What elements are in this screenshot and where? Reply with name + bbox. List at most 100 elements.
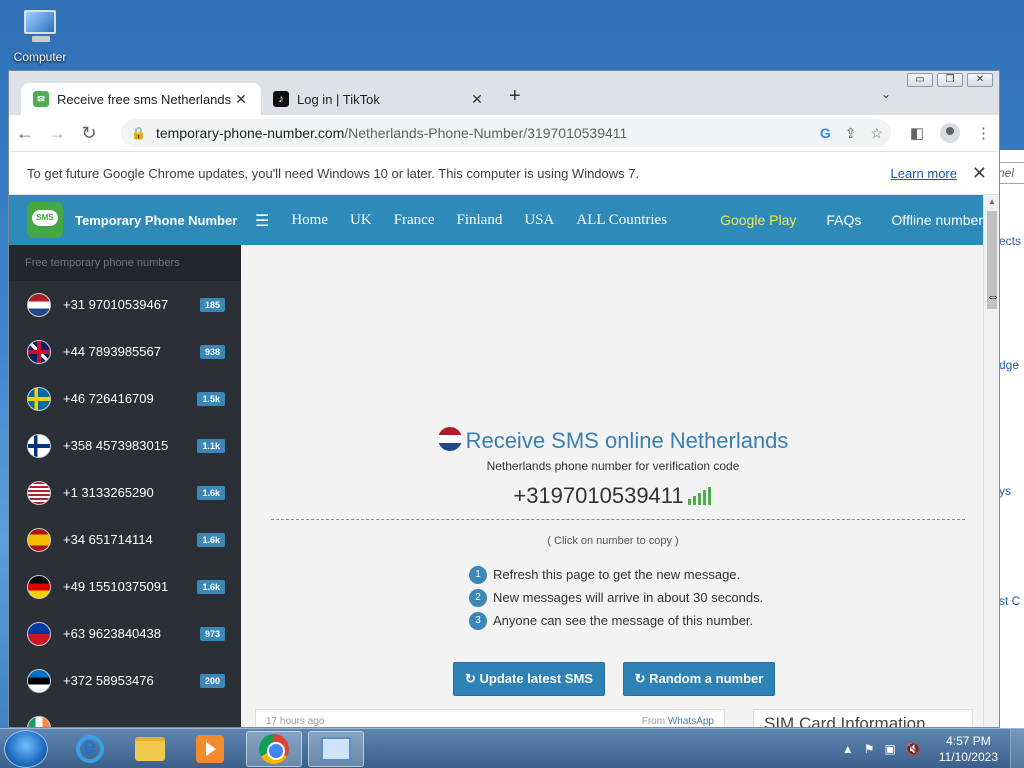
action-center-flag-icon[interactable]: ⚑ xyxy=(864,742,875,756)
page-subtitle: Netherlands phone number for verificatio… xyxy=(486,459,740,473)
nav-faqs[interactable]: FAQs xyxy=(826,212,861,228)
clock[interactable]: 4:57 PM 11/10/2023 xyxy=(939,733,998,765)
taskbar: ▲ ⚑ ▣ 🔇 4:57 PM 11/10/2023 xyxy=(0,728,1024,768)
tab-receive-sms[interactable]: ✉ Receive free sms Netherlands mobile nu… xyxy=(21,83,261,115)
message-count-badge: 1.6k xyxy=(197,485,225,500)
side-panel-icon[interactable]: ◧ xyxy=(910,124,924,142)
phone-number: +372 58953476 xyxy=(63,673,154,688)
hamburger-menu-icon[interactable]: ☰ xyxy=(255,211,269,230)
close-tab-icon[interactable]: ✕ xyxy=(233,91,249,108)
sidebar-number-item[interactable]: +44 7893985567 938 xyxy=(9,328,241,375)
germany-flag-icon xyxy=(27,574,51,599)
nav-usa[interactable]: USA xyxy=(524,212,554,229)
start-button[interactable] xyxy=(4,730,48,768)
reload-icon[interactable]: ↻ xyxy=(73,123,105,144)
scroll-up-icon[interactable]: ▲ xyxy=(988,197,996,206)
nav-all-countries[interactable]: ALL Countries xyxy=(576,212,667,229)
background-text-fragment: st C xyxy=(999,594,1021,608)
taskbar-media-player[interactable] xyxy=(182,731,238,767)
random-number-button[interactable]: ↻ Random a number xyxy=(623,662,775,696)
remote-desktop-icon xyxy=(321,737,351,761)
nav-google-play[interactable]: Google Play xyxy=(720,212,796,228)
tab-title: Log in | TikTok xyxy=(297,91,380,107)
sidebar-number-item[interactable]: +34 651714114 1.6k xyxy=(9,516,241,563)
background-text-fragment: dge xyxy=(999,358,1020,372)
share-icon[interactable]: ⇪ xyxy=(845,125,857,142)
back-icon[interactable]: ← xyxy=(9,123,41,144)
show-hidden-icons-icon[interactable]: ▲ xyxy=(842,742,854,756)
close-window-button[interactable]: ✕ xyxy=(967,73,993,87)
address-bar[interactable]: 🔒 temporary-phone-number.com/Netherlands… xyxy=(121,119,891,147)
sms-favicon-icon: ✉ xyxy=(33,91,49,107)
maximize-button[interactable]: ❐ xyxy=(937,73,963,87)
copy-hint: ( Click on number to copy ) xyxy=(547,535,679,547)
computer-desktop-icon[interactable]: Computer xyxy=(10,6,70,64)
bookmark-star-icon[interactable]: ☆ xyxy=(870,125,883,142)
forward-icon[interactable]: → xyxy=(41,123,73,144)
sidebar-number-item[interactable]: +1 3133265290 1.6k xyxy=(9,469,241,516)
close-tab-icon[interactable]: ✕ xyxy=(469,91,485,108)
sidebar-number-item[interactable]: +358 4573983015 1.1k xyxy=(9,422,241,469)
network-icon[interactable]: ▣ xyxy=(885,742,896,756)
nav-uk[interactable]: UK xyxy=(350,212,372,229)
learn-more-link[interactable]: Learn more xyxy=(891,166,957,181)
clock-time: 4:57 PM xyxy=(946,734,991,748)
sidebar-number-item[interactable]: +31 97010539467 185 xyxy=(9,281,241,328)
system-tray: ▲ ⚑ ▣ 🔇 4:57 PM 11/10/2023 xyxy=(842,729,1024,768)
menu-kebab-icon[interactable]: ⋮ xyxy=(976,124,991,142)
tiktok-favicon-icon: ♪ xyxy=(273,91,289,107)
site-brand[interactable]: SMS Temporary Phone Number xyxy=(9,195,241,245)
nav-home[interactable]: Home xyxy=(291,212,328,229)
phone-number: +31 97010539467 xyxy=(63,297,169,312)
message-count-badge: 1.6k xyxy=(197,532,225,547)
step-number-3: 3 xyxy=(469,611,487,630)
sidebar-number-item[interactable]: +63 9623840438 973 xyxy=(9,610,241,657)
sender-link[interactable]: WhatsApp xyxy=(668,716,714,727)
finland-flag-icon xyxy=(27,433,51,458)
sidebar-number-item[interactable]: +49 15510375091 1.6k xyxy=(9,563,241,610)
top-navigation: ☰ Home UK France Finland USA ALL Countri… xyxy=(241,195,985,245)
computer-label: Computer xyxy=(13,50,67,64)
nav-finland[interactable]: Finland xyxy=(457,212,503,229)
message-count-badge: 185 xyxy=(199,297,225,312)
background-text-fragment: ys xyxy=(999,484,1011,498)
tab-search-chevron-icon[interactable]: ⌄ xyxy=(881,87,891,101)
tab-tiktok[interactable]: ♪ Log in | TikTok ✕ xyxy=(261,83,497,115)
message-time: 17 hours ago xyxy=(266,716,325,727)
google-lens-icon[interactable]: G xyxy=(820,125,831,142)
close-infobar-icon[interactable]: ✕ xyxy=(972,163,987,184)
step-number-2: 2 xyxy=(469,588,487,607)
nav-offline-number[interactable]: Offline number xyxy=(891,212,985,228)
minimize-button[interactable]: ▭ xyxy=(907,73,933,87)
url-path: /Netherlands-Phone-Number/3197010539411 xyxy=(344,125,628,141)
divider xyxy=(271,519,965,520)
window-controls: ▭ ❐ ✕ xyxy=(907,73,993,87)
internet-explorer-icon xyxy=(76,733,104,763)
taskbar-remote-desktop[interactable] xyxy=(308,731,364,767)
uk-flag-icon xyxy=(27,339,51,364)
infobar-message: To get future Google Chrome updates, you… xyxy=(27,165,640,181)
new-tab-icon[interactable]: + xyxy=(509,85,521,108)
page-scrollbar[interactable]: ▲ xyxy=(983,195,999,727)
philippines-flag-icon xyxy=(27,621,51,646)
clock-date: 11/10/2023 xyxy=(938,750,998,764)
nav-france[interactable]: France xyxy=(394,212,435,229)
phone-number-display[interactable]: +3197010539411 xyxy=(241,483,985,511)
volume-muted-icon[interactable]: 🔇 xyxy=(906,742,921,756)
sidebar-number-item-partial[interactable] xyxy=(9,704,241,727)
taskbar-file-explorer[interactable] xyxy=(122,731,178,767)
lock-icon[interactable]: 🔒 xyxy=(131,126,146,140)
phone-number: +34 651714114 xyxy=(63,532,153,547)
url-host: temporary-phone-number.com xyxy=(155,125,345,141)
resize-cursor-icon: ⇔ xyxy=(986,288,1000,304)
web-page: SMS Temporary Phone Number Free temporar… xyxy=(9,195,985,727)
update-latest-sms-button[interactable]: ↻ Update latest SMS xyxy=(453,662,605,696)
show-desktop-button[interactable] xyxy=(1010,729,1024,768)
message-sender: From WhatsApp xyxy=(641,716,714,727)
profile-avatar-icon[interactable] xyxy=(940,123,960,143)
sidebar-number-item[interactable]: +372 58953476 200 xyxy=(9,657,241,704)
sidebar-number-item[interactable]: +46 726416709 1.5k xyxy=(9,375,241,422)
taskbar-internet-explorer[interactable] xyxy=(62,731,118,767)
taskbar-chrome[interactable] xyxy=(246,731,302,767)
sweden-flag-icon xyxy=(27,386,51,411)
